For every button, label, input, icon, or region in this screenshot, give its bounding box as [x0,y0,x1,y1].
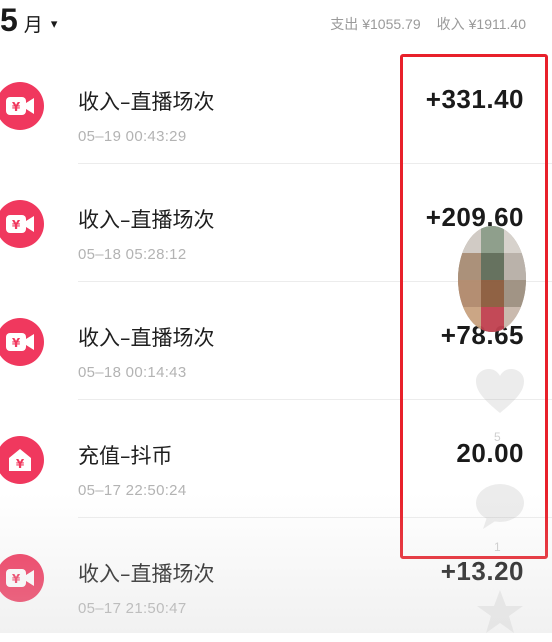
transaction-time: 05–19 00:43:29 [78,128,187,145]
transaction-time: 05–18 05:28:12 [78,246,187,263]
income-summary: 收入 ¥1911.40 [437,14,526,34]
transaction-title: 收入–直播场次 [78,208,215,232]
video-yuan-icon: ¥ [0,82,44,130]
month-unit: 月 [23,15,43,36]
expense-summary: 支出 ¥1055.79 [330,14,420,34]
svg-text:¥: ¥ [12,218,21,232]
star-icon[interactable] [470,582,530,642]
transaction-title: 收入–直播场次 [78,326,215,350]
transaction-title: 收入–直播场次 [78,90,215,114]
expense-label: 支出 [330,16,359,32]
expense-value: ¥1055.79 [362,16,421,32]
transaction-time: 05–18 00:14:43 [78,364,187,381]
svg-text:¥: ¥ [12,572,21,586]
video-yuan-icon: ¥ [0,200,44,248]
transaction-title: 收入–直播场次 [78,562,215,586]
month-selector[interactable]: 5 月 ▾ [0,0,57,40]
month-summary: 支出 ¥1055.79 收入 ¥1911.40 [330,14,526,34]
month-number: 5 [0,2,18,38]
income-label: 收入 [436,16,465,32]
transaction-time: 05–17 22:50:24 [78,482,187,499]
chevron-down-icon[interactable]: ▾ [51,16,58,32]
header: 5 月 ▾ 支出 ¥1055.79 收入 ¥1911.40 [0,0,552,46]
highlight-box [400,54,548,559]
house-yuan-icon: ¥ [0,436,44,484]
video-yuan-icon: ¥ [0,554,44,602]
video-yuan-icon: ¥ [0,318,44,366]
transaction-time: 05–17 21:50:47 [78,600,187,617]
transaction-title: 充值–抖币 [78,444,173,468]
svg-text:¥: ¥ [16,457,25,471]
income-value: ¥1911.40 [468,16,526,32]
svg-text:¥: ¥ [12,336,21,350]
svg-text:¥: ¥ [12,100,21,114]
